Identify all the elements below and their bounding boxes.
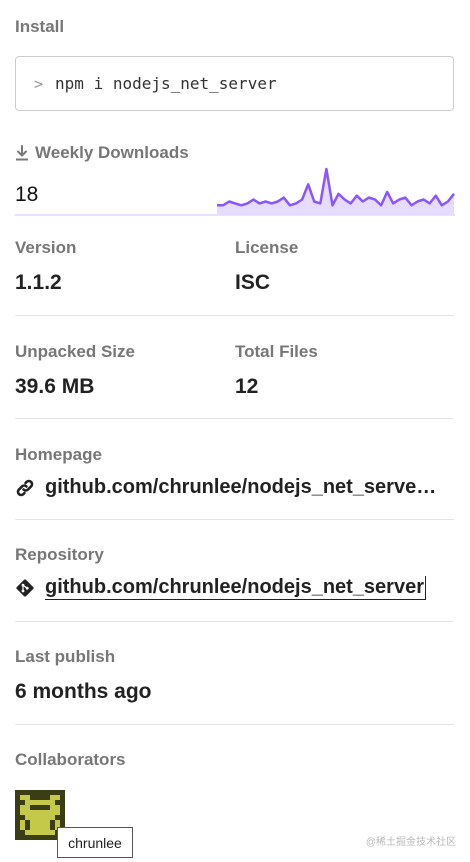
install-command[interactable]: npm i nodejs_net_server	[55, 74, 277, 93]
license-value: ISC	[235, 271, 271, 294]
install-title: Install	[15, 17, 65, 36]
weekly-downloads-chart[interactable]	[15, 165, 455, 217]
watermark: @稀土掘金技术社区	[365, 837, 456, 848]
license-label: License	[235, 238, 299, 257]
homepage-label: Homepage	[15, 445, 102, 464]
last-publish-value: 6 months ago	[15, 680, 152, 703]
weekly-downloads-label: Weekly Downloads	[35, 143, 189, 162]
terminal-prompt-icon: >	[34, 74, 44, 93]
version-value: 1.1.2	[15, 271, 62, 294]
version-label: Version	[15, 238, 77, 257]
install-command-box[interactable]: > npm i nodejs_net_server	[15, 56, 454, 111]
chart-line	[217, 167, 455, 207]
last-publish-label: Last publish	[15, 647, 116, 666]
weekly-downloads-count: 18	[15, 183, 39, 206]
divider	[15, 519, 454, 520]
total-files-value: 12	[235, 375, 259, 398]
total-files-label: Total Files	[235, 342, 318, 361]
homepage-link[interactable]: github.com/chrunlee/nodejs_net_serve…	[45, 476, 436, 499]
divider	[15, 724, 454, 725]
collaborators-label: Collaborators	[15, 750, 126, 769]
divider	[15, 418, 454, 419]
divider	[15, 315, 454, 316]
package-sidebar: Install > npm i nodejs_net_server Weekly…	[0, 0, 470, 862]
git-icon	[16, 579, 34, 597]
repository-link[interactable]: github.com/chrunlee/nodejs_net_server	[45, 576, 426, 600]
divider	[15, 621, 454, 622]
repository-label: Repository	[15, 545, 104, 564]
unpacked-size-value: 39.6 MB	[15, 375, 95, 398]
homepage-link-row[interactable]: github.com/chrunlee/nodejs_net_serve…	[15, 476, 455, 499]
weekly-downloads-title: Weekly Downloads	[15, 143, 189, 163]
download-icon	[16, 145, 28, 161]
unpacked-size-label: Unpacked Size	[15, 342, 135, 361]
repository-link-row[interactable]: github.com/chrunlee/nodejs_net_server	[15, 576, 455, 600]
chart-area	[217, 169, 454, 215]
link-icon	[16, 479, 34, 496]
collaborator-tooltip: chrunlee	[57, 827, 133, 858]
